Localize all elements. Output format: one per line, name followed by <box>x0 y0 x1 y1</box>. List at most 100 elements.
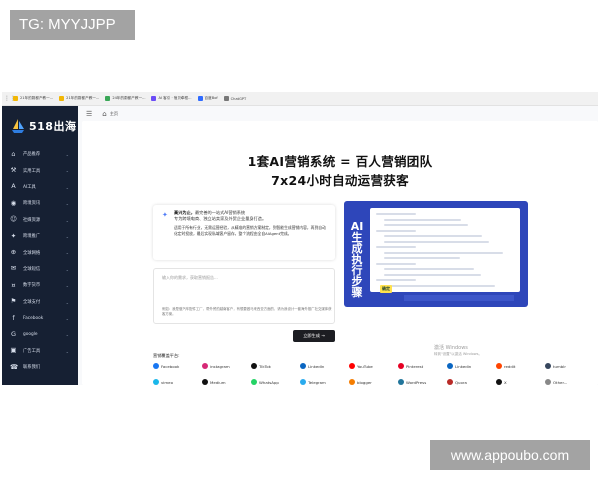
generate-button[interactable]: 立即生成 → <box>293 330 335 342</box>
tiktok-icon <box>251 363 257 369</box>
chevron-down-icon: ⌄ <box>65 217 69 223</box>
home-icon[interactable]: ⌂ <box>102 110 106 118</box>
sidebar-item[interactable]: ☺ 社媒资源 ⌄ <box>2 212 78 228</box>
sidebar-item[interactable]: ¤ 数字货币 ⌄ <box>2 277 78 293</box>
bookmark-favicon-icon <box>151 96 157 101</box>
sidebar-item[interactable]: A AI工具 ⌄ <box>2 179 78 195</box>
sidebar-item[interactable]: ⌂ 产品推荐 ⌄ <box>2 146 78 162</box>
linkedin-icon <box>300 363 306 369</box>
chevron-down-icon: ⌄ <box>65 332 69 338</box>
google-icon: G <box>10 329 17 338</box>
hero-image-badge: 确定 <box>380 285 392 293</box>
platform-item[interactable]: Linkedin <box>447 363 496 369</box>
platform-item[interactable]: LinkedIn <box>300 363 349 369</box>
chevron-down-icon: ⌄ <box>65 168 69 174</box>
intro-line1-text: 最完善的一站式AI营销系统 <box>194 210 246 215</box>
chevron-down-icon: ⌄ <box>65 184 69 190</box>
hero-heading-line2: 7x24小时自动运营获客 <box>271 173 409 188</box>
bookmark-item[interactable]: ChatGPT <box>223 96 246 101</box>
platform-item[interactable]: Telegram <box>300 379 349 385</box>
sidebar-item[interactable]: f Facebook ⌄ <box>2 310 78 326</box>
platform-item[interactable]: X <box>496 379 545 385</box>
platform-item[interactable]: WhatsApp <box>251 379 300 385</box>
chevron-down-icon: ⌄ <box>65 233 69 239</box>
bookmark-item[interactable]: 21年的蔚都产教一... <box>13 96 53 101</box>
blogger-icon <box>349 379 355 385</box>
content-panel: 1套AI营销系统 = 百人营销团队 7x24小时自动运营获客 ✦ 高兴为止，最完… <box>82 121 598 385</box>
menu-toggle-icon[interactable]: ☰ <box>86 110 92 118</box>
bookmark-item[interactable]: 百度Bof <box>197 96 218 101</box>
social-icon: ☺ <box>10 215 17 224</box>
bookmark-item[interactable]: 21年的蔚都产教一... <box>59 96 99 101</box>
platform-item[interactable]: tumblr <box>545 363 594 369</box>
sidebar-item[interactable]: ⊕ 全球网络 ⌄ <box>2 244 78 260</box>
platform-label: WhatsApp <box>259 379 279 385</box>
hero-mock-line <box>376 246 416 248</box>
platform-label: WordPress <box>406 379 427 385</box>
windows-activation-notice: 激活 Windows 转到"设置"以激活 Windows。 <box>434 344 482 357</box>
intro-paragraph: 适用于所有行业，无需运营经验，从精准的营销方案制定，到智能生成营销内容，再到自动… <box>174 225 326 236</box>
platform-label: instagram <box>210 363 230 369</box>
platform-item[interactable]: reddit <box>496 363 545 369</box>
top-bar: ☰ ⌂ 主页 <box>78 106 598 121</box>
chevron-down-icon: ⌄ <box>65 250 69 256</box>
sailboat-logo-icon <box>12 119 24 133</box>
quora-icon <box>447 379 453 385</box>
platforms-title: 营销覆盖平台: <box>153 353 180 358</box>
platform-item[interactable]: TikTok <box>251 363 300 369</box>
platform-item[interactable]: WordPress <box>398 379 447 385</box>
medium-icon <box>202 379 208 385</box>
platform-label: Medium <box>210 379 226 385</box>
sidebar-item[interactable]: ✉ 全球短信 ⌄ <box>2 261 78 277</box>
platform-item[interactable]: vimeo <box>153 379 202 385</box>
bookmark-item[interactable]: AI 客引 · 宿贝牵框... <box>151 96 192 101</box>
bookmark-favicon-icon <box>105 96 111 101</box>
platform-item[interactable]: Quora <box>447 379 496 385</box>
platform-item[interactable]: Pinterest <box>398 363 447 369</box>
sidebar-item[interactable]: ⚒ 实用工具 ⌄ <box>2 162 78 178</box>
network-icon: ⊕ <box>10 248 17 257</box>
sidebar-item[interactable]: ▣ 广告工具 ⌄ <box>2 343 78 359</box>
brand-logo[interactable]: 518出海 <box>2 106 78 146</box>
sidebar-item[interactable]: ✦ 跨境推广 ⌄ <box>2 228 78 244</box>
apps-grid-icon[interactable]: ⋮⋮ <box>4 95 16 102</box>
hero-image-panel <box>370 208 520 292</box>
hero-image: AI生成执行步骤 确定 <box>344 201 528 307</box>
reddit-icon <box>496 363 502 369</box>
platform-label: Other... <box>553 379 568 385</box>
sidebar-item-label: 全球支付 <box>23 299 41 305</box>
youtube-icon <box>349 363 355 369</box>
platform-item[interactable]: blogger <box>349 379 398 385</box>
ad-icon: ▣ <box>10 346 17 355</box>
platform-item[interactable]: YouTube <box>349 363 398 369</box>
platform-item[interactable]: instagram <box>202 363 251 369</box>
platform-item[interactable]: Other... <box>545 379 594 385</box>
whatsapp-icon <box>251 379 257 385</box>
platform-label: blogger <box>357 379 372 385</box>
platform-label: Linkedin <box>455 363 472 369</box>
breadcrumb-home[interactable]: 主页 <box>110 111 118 117</box>
globe-icon: ◉ <box>10 198 17 207</box>
sidebar-item-label: 全球短信 <box>23 266 41 272</box>
sidebar-item[interactable]: ☎ 联系我们 <box>2 359 78 375</box>
prompt-textarea[interactable]: 输入你的需求，获取营销报告... 例如：我是做汽车配件工厂，帮外贸的越南客户，有… <box>153 268 335 324</box>
sidebar-item-label: 数字货币 <box>23 283 41 289</box>
sidebar-item-label: 广告工具 <box>23 348 41 354</box>
more-icon <box>545 379 551 385</box>
platform-row-1: Facebook instagram TikTok LinkedIn YouTube Pi… <box>153 363 594 369</box>
sidebar-item[interactable]: ⚑ 全球支付 ⌄ <box>2 294 78 310</box>
platform-label: LinkedIn <box>308 363 325 369</box>
sidebar-item-label: 全球网络 <box>23 250 41 256</box>
sidebar-item-label: AI工具 <box>23 184 36 190</box>
sms-icon: ✉ <box>10 264 17 273</box>
platform-item[interactable]: Facebook <box>153 363 202 369</box>
bookmark-item[interactable]: 24年的蔚都产教一... <box>105 96 145 101</box>
sidebar: 518出海 ⌂ 产品推荐 ⌄ ⚒ 实用工具 ⌄ A AI工具 ⌄ ◉ 跨境资讯 ⌄ ☺ 社媒资源 ⌄ ✦ 跨境推… <box>2 106 78 385</box>
hero-mock-line <box>384 268 474 270</box>
platform-item[interactable]: Medium <box>202 379 251 385</box>
sidebar-item[interactable]: ◉ 跨境资讯 ⌄ <box>2 195 78 211</box>
chevron-down-icon: ⌄ <box>65 315 69 321</box>
sidebar-item[interactable]: Ggoogle ⌄ <box>2 326 78 342</box>
sidebar-item-label: 产品推荐 <box>23 152 41 158</box>
platform-label: vimeo <box>161 379 173 385</box>
